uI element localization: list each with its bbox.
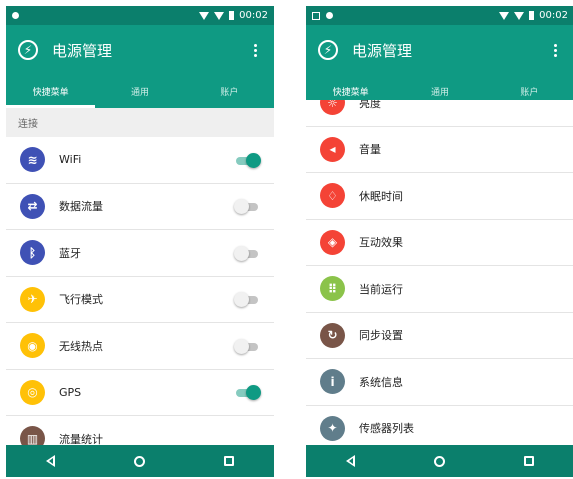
data-transfer-icon: ⇄ xyxy=(20,193,45,219)
app-title: 电源管理 xyxy=(52,41,113,60)
app-bar: ⚡ 电源管理 xyxy=(306,25,573,75)
list-item[interactable]: ◉ 无线热点 xyxy=(6,323,274,370)
list-item[interactable]: ☼ 亮度 xyxy=(306,100,573,127)
navigation-bar xyxy=(306,445,573,477)
list-item[interactable]: ᛒ 蓝牙 xyxy=(6,230,274,277)
list-item-label: 传感器列表 xyxy=(359,422,414,436)
toggle-switch[interactable] xyxy=(234,338,260,354)
list-item-label: 休眠时间 xyxy=(359,189,403,203)
list-item-label: 同步设置 xyxy=(359,329,403,343)
airplane-icon: ✈ xyxy=(20,286,45,312)
list-item[interactable]: ▥ 流量统计 xyxy=(6,416,274,445)
list-item[interactable]: ♢ 休眠时间 xyxy=(306,173,573,220)
toggle-switch[interactable] xyxy=(234,152,261,168)
settings-list: 连接 ≋ WiFi ⇄ 数据流量 ᛒ 蓝牙 ✈ 飞行模式 ◉ 无线热点 ◎ GPS ▥ 流量统计 xyxy=(6,108,274,445)
status-bar: 00:02 xyxy=(6,6,274,25)
list-item-label: 音量 xyxy=(359,143,381,157)
notification-icon xyxy=(326,12,333,19)
cell-signal-icon xyxy=(214,11,225,20)
tab-bar: 快捷菜单 通用 账户 xyxy=(6,75,274,108)
section-header: 连接 xyxy=(6,108,274,137)
list-item-label: 系统信息 xyxy=(359,375,403,389)
volume-icon: ◂ xyxy=(320,136,345,162)
list-item-label: 当前运行 xyxy=(359,282,403,296)
list-item-label: 流量统计 xyxy=(59,432,103,445)
recent-apps-icon[interactable] xyxy=(524,456,535,466)
sync-icon: ↻ xyxy=(320,322,345,348)
list-item[interactable]: ⇄ 数据流量 xyxy=(6,184,274,230)
recent-apps-icon[interactable] xyxy=(224,456,235,466)
wifi-signal-icon xyxy=(199,11,210,20)
power-icon: ⚡ xyxy=(318,40,338,60)
toggle-switch[interactable] xyxy=(234,199,260,215)
alarm-icon: ♢ xyxy=(320,183,345,209)
list-item[interactable]: ⠿ 当前运行 xyxy=(306,266,573,313)
list-item[interactable]: ◂ 音量 xyxy=(306,127,573,173)
home-icon[interactable] xyxy=(433,455,445,467)
more-options-icon[interactable] xyxy=(248,43,262,57)
list-item[interactable]: ◎ GPS xyxy=(6,370,274,416)
status-time: 00:02 xyxy=(239,10,268,21)
list-item[interactable]: ↻ 同步设置 xyxy=(306,313,573,359)
cell-signal-icon xyxy=(514,11,525,20)
list-item[interactable]: ◈ 互动效果 xyxy=(306,220,573,266)
back-icon[interactable] xyxy=(45,455,55,467)
list-item-label: 互动效果 xyxy=(359,236,403,250)
screenshot-icon xyxy=(312,11,320,20)
app-title: 电源管理 xyxy=(352,41,413,60)
back-icon[interactable] xyxy=(345,455,355,467)
list-item-label: 亮度 xyxy=(359,100,381,110)
status-bar: 00:02 xyxy=(306,6,573,25)
effects-icon: ◈ xyxy=(320,229,345,255)
list-item[interactable]: ≋ WiFi xyxy=(6,137,274,184)
wifi-icon: ≋ xyxy=(20,147,45,173)
battery-icon xyxy=(229,11,235,20)
tab-quick-menu[interactable]: 快捷菜单 xyxy=(6,75,95,108)
brightness-icon: ☼ xyxy=(320,100,345,116)
sensor-icon: ✦ xyxy=(320,415,345,441)
list-item[interactable]: ✦ 传感器列表 xyxy=(306,406,573,446)
phone-screen-connections: 00:02 ⚡ 电源管理 快捷菜单 通用 账户 连接 ≋ WiFi ⇄ 数据流量 ᛒ 蓝牙… xyxy=(6,6,274,477)
list-item[interactable]: ✈ 飞行模式 xyxy=(6,277,274,323)
toggle-switch[interactable] xyxy=(234,385,261,401)
info-icon: i xyxy=(320,369,345,395)
notification-icon xyxy=(12,12,19,19)
app-bar: ⚡ 电源管理 xyxy=(6,25,274,75)
apps-grid-icon: ⠿ xyxy=(320,276,345,302)
tab-general[interactable]: 通用 xyxy=(95,75,184,108)
wifi-signal-icon xyxy=(499,11,510,20)
home-icon[interactable] xyxy=(133,455,145,467)
hotspot-icon: ◉ xyxy=(20,333,45,359)
more-options-icon[interactable] xyxy=(548,43,562,57)
settings-list: ☼ 亮度 ◂ 音量 ♢ 休眠时间 ◈ 互动效果 ⠿ 当前运行 ↻ 同步设置 i 系统信息 ✦ 传感器列表 xyxy=(306,100,573,445)
bluetooth-icon: ᛒ xyxy=(20,240,45,266)
chart-icon: ▥ xyxy=(20,426,45,445)
toggle-switch[interactable] xyxy=(234,292,260,308)
gps-icon: ◎ xyxy=(20,379,45,405)
battery-icon xyxy=(529,11,535,20)
tab-account[interactable]: 账户 xyxy=(185,75,274,108)
status-time: 00:02 xyxy=(539,10,568,21)
navigation-bar xyxy=(6,445,274,477)
phone-screen-general: 00:02 ⚡ 电源管理 快捷菜单 通用 账户 ☼ 亮度 ◂ 音量 ♢ 休眠时间 ◈ 互动效果… xyxy=(306,6,573,477)
list-item[interactable]: i 系统信息 xyxy=(306,359,573,406)
power-icon: ⚡ xyxy=(18,40,38,60)
toggle-switch[interactable] xyxy=(234,245,260,261)
